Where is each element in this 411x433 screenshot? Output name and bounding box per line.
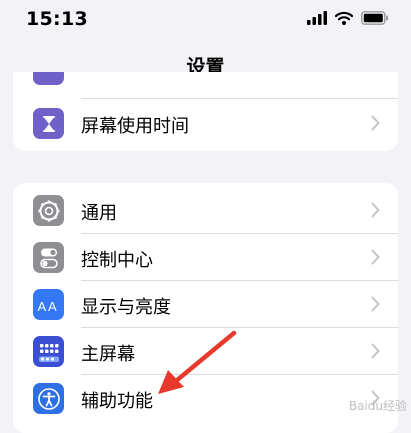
cellular-signal-icon (307, 11, 327, 25)
row-display-brightness[interactable]: A A 显示与亮度 (13, 281, 398, 328)
row-home-screen[interactable]: 主屏幕 (13, 328, 398, 375)
app-grid-icon (33, 336, 64, 367)
svg-text:A: A (37, 299, 46, 314)
row-label: 屏幕使用时间 (81, 116, 189, 137)
status-bar: 15:13 (0, 0, 411, 40)
settings-group-main: 通用 控制中心 A A 显示与亮度 主屏幕 辅助功能 (13, 183, 398, 433)
row-label: 通用 (81, 203, 117, 224)
gear-icon (33, 195, 64, 226)
status-icons (307, 11, 389, 25)
row-label: 控制中心 (81, 250, 153, 271)
row-accessibility[interactable]: 辅助功能 (13, 375, 398, 422)
battery-icon (361, 11, 388, 25)
watermark: Baidu经验 (348, 399, 407, 413)
hourglass-icon (33, 108, 64, 139)
chevron-right-icon (371, 296, 380, 312)
settings-group-top: 屏幕使用时间 (13, 72, 398, 151)
accessibility-icon (33, 383, 64, 414)
row-general[interactable]: 通用 (13, 187, 398, 234)
cut-off-row-icon (33, 72, 64, 85)
row-control-center[interactable]: 控制中心 (13, 234, 398, 281)
row-label: 辅助功能 (81, 391, 153, 412)
wifi-icon (335, 11, 353, 25)
svg-text:A: A (48, 299, 57, 314)
row-label: 显示与亮度 (81, 297, 171, 318)
row-screen-time[interactable]: 屏幕使用时间 (13, 100, 398, 147)
divider (81, 98, 398, 99)
text-size-icon: A A (33, 289, 64, 320)
toggles-icon (33, 242, 64, 273)
chevron-right-icon (371, 249, 380, 265)
row-label: 主屏幕 (81, 344, 135, 365)
status-time: 15:13 (26, 8, 88, 30)
chevron-right-icon (371, 202, 380, 218)
chevron-right-icon (371, 343, 380, 359)
chevron-right-icon (371, 115, 380, 131)
